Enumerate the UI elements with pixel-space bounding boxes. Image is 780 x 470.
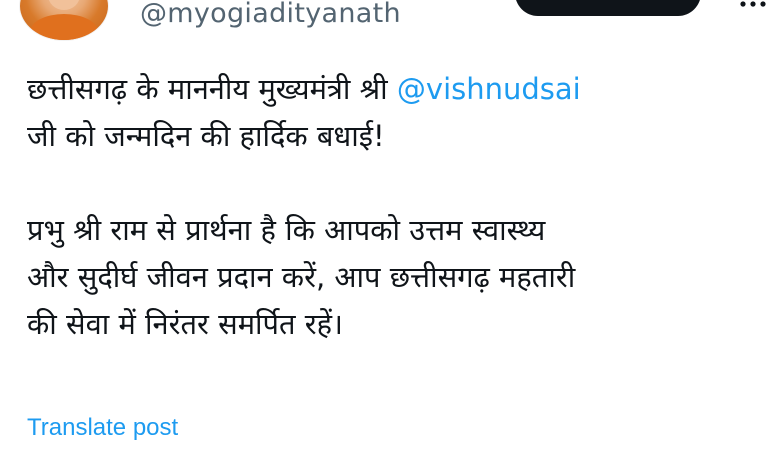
avatar-face [48,0,80,10]
tweet-line: प्रभु श्री राम से प्रार्थना है कि आपको उ… [27,213,546,247]
mention-link[interactable]: @vishnudsai [397,72,581,106]
avatar[interactable] [20,0,108,40]
tweet-line: छत्तीसगढ़ के माननीय मुख्यमंत्री श्री @vi… [27,66,757,113]
tweet-card: @myogiadityanath छत्तीसगढ़ के माननीय मुख… [0,0,780,470]
more-horizontal-icon[interactable] [738,0,768,14]
tweet-text: छत्तीसगढ़ के माननीय मुख्यमंत्री श्री @vi… [27,66,757,348]
tweet-line: और सुदीर्घ जीवन प्रदान करें, आप छत्तीसगढ… [27,260,576,294]
avatar-robe [30,14,98,40]
tweet-line: की सेवा में निरंतर समर्पित रहें। [27,307,344,341]
tweet-line: जी को जन्मदिन की हार्दिक बधाई! [27,119,385,153]
author-handle[interactable]: @myogiadityanath [140,0,401,29]
follow-button[interactable] [515,0,701,16]
tweet-text-segment: छत्तीसगढ़ के माननीय मुख्यमंत्री श्री [27,72,388,106]
translate-post-link[interactable]: Translate post [27,414,178,442]
